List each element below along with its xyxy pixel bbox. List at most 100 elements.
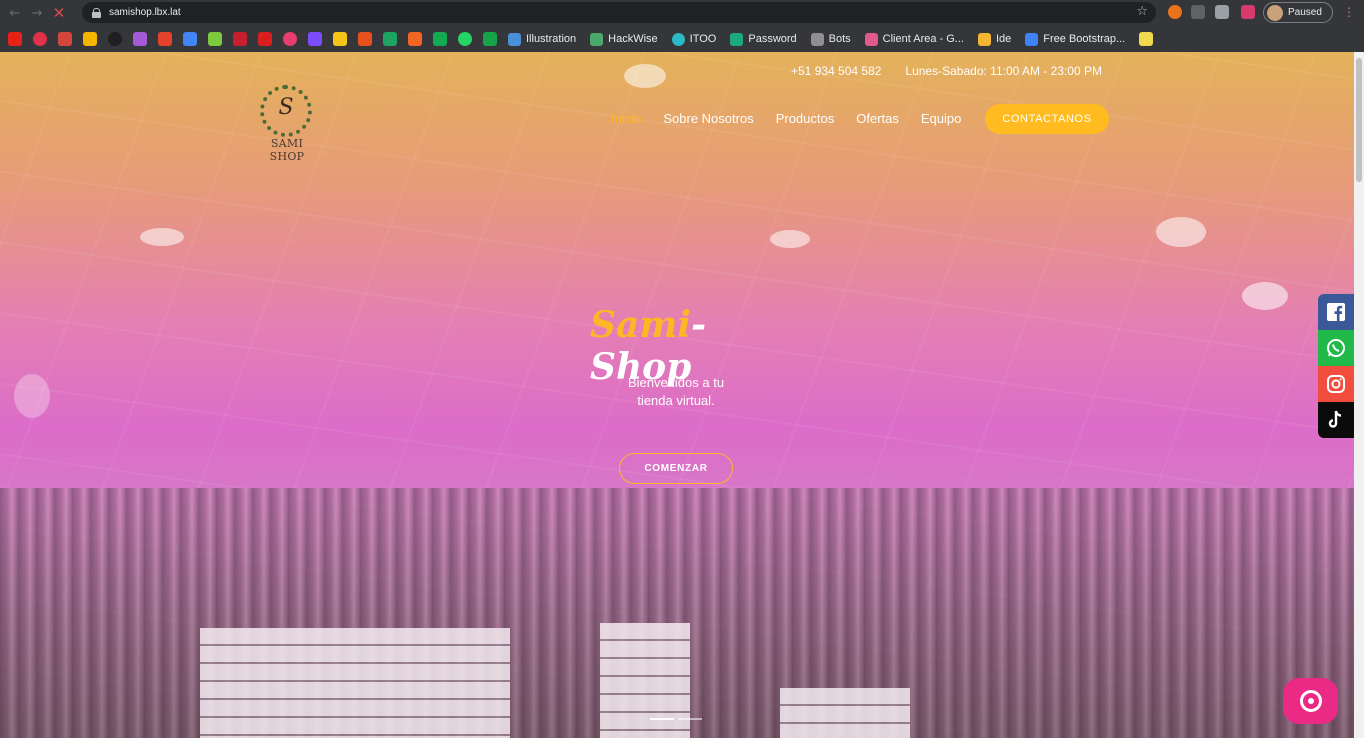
ceiling-lamp [14, 374, 50, 418]
bookmark-icon[interactable] [133, 32, 147, 46]
bookmark-item[interactable]: Password [730, 32, 797, 46]
address-bar[interactable]: samishop.lbx.lat ☆ [82, 2, 1156, 23]
extensions-puzzle-icon[interactable] [1241, 5, 1255, 19]
stop-icon[interactable]: ✕ [48, 2, 70, 24]
profile-label: Paused [1288, 7, 1322, 18]
facebook-icon[interactable] [1318, 294, 1354, 330]
bookmark-icon [730, 32, 744, 46]
url-text: samishop.lbx.lat [109, 7, 181, 18]
bookmark-label: HackWise [608, 33, 658, 45]
bookmark-icon [671, 32, 685, 46]
start-button[interactable]: COMENZAR [619, 453, 733, 484]
bookmark-icon[interactable] [208, 32, 222, 46]
bookmark-label: ITOO [689, 33, 717, 45]
bookmark-icon[interactable] [183, 32, 197, 46]
instagram-icon[interactable] [1318, 366, 1354, 402]
folder-icon [810, 32, 824, 46]
nav-link-ofertas[interactable]: Ofertas [856, 111, 899, 126]
chat-button[interactable] [1283, 678, 1338, 724]
scrollbar-thumb[interactable] [1356, 58, 1362, 182]
browser-chrome: ← → ✕ samishop.lbx.lat ☆ Paused ⋮ Illust… [0, 0, 1364, 52]
bookmark-icon[interactable] [408, 32, 422, 46]
site-logo[interactable]: S SAMI SHOP [252, 85, 322, 163]
bookmark-item[interactable]: Illustration [508, 32, 577, 46]
bookmark-icon[interactable] [308, 32, 322, 46]
bookmark-item[interactable]: ITOO [671, 32, 717, 46]
bookmark-icon[interactable] [333, 32, 347, 46]
back-icon[interactable]: ← [4, 2, 26, 24]
bookmark-icon[interactable] [258, 32, 272, 46]
bookmark-label: Free Bootstrap... [1043, 33, 1126, 45]
social-sidebar [1318, 294, 1354, 438]
bookmark-item[interactable]: Ide [977, 32, 1012, 46]
carousel-indicators [650, 718, 702, 720]
bookmark-icon[interactable] [358, 32, 372, 46]
bookmark-label: Bots [828, 33, 851, 45]
bookmark-star-icon[interactable]: ☆ [1136, 4, 1148, 19]
ceiling-lamp [1242, 282, 1288, 310]
nav-link-inicio[interactable]: Inicio [611, 111, 641, 126]
ceiling-lamp [140, 228, 184, 246]
avatar [1267, 4, 1283, 21]
nav-link-productos[interactable]: Productos [776, 111, 835, 126]
bookmark-label: Illustration [526, 33, 577, 45]
carousel-dot[interactable] [650, 718, 674, 720]
lock-icon [92, 7, 101, 18]
gitlab-icon[interactable] [158, 32, 172, 46]
bookmark-label: Ide [995, 33, 1012, 45]
bookmark-icon[interactable] [233, 32, 247, 46]
whatsapp-icon[interactable] [458, 32, 472, 46]
page: +51 934 504 582 Lunes-Sabado: 11:00 AM -… [0, 52, 1354, 738]
gmail-icon[interactable] [58, 32, 72, 46]
hero-subtitle: Bienvenidos a tu tienda virtual. [627, 375, 725, 408]
browser-toolbar: ← → ✕ samishop.lbx.lat ☆ Paused ⋮ [0, 0, 1364, 26]
bookmark-label: Client Area - G... [882, 33, 964, 45]
bookmark-icon[interactable] [283, 32, 297, 46]
whatsapp-icon[interactable] [1318, 330, 1354, 366]
phone-number: +51 934 504 582 [791, 64, 882, 78]
forward-icon[interactable]: → [26, 2, 48, 24]
chat-icon [1299, 690, 1322, 712]
bookmark-label: Password [748, 33, 797, 45]
logo-name: SAMI SHOP [269, 137, 305, 163]
main-nav: Inicio Sobre Nosotros Productos Ofertas … [611, 111, 961, 126]
top-info-bar: +51 934 504 582 Lunes-Sabado: 11:00 AM -… [791, 64, 1102, 78]
carousel-dot[interactable] [678, 718, 702, 720]
bookmark-icon[interactable] [33, 32, 47, 46]
contact-button[interactable]: CONTACTANOS [985, 104, 1109, 134]
bookmark-item[interactable]: HackWise [590, 32, 658, 46]
bookmark-icon [977, 32, 991, 46]
bookmark-item[interactable]: Free Bootstrap... [1025, 32, 1126, 46]
nav-link-equipo[interactable]: Equipo [921, 111, 961, 126]
bookmark-icon [864, 32, 878, 46]
bookmark-icon[interactable] [383, 32, 397, 46]
bookmark-item[interactable]: Bots [810, 32, 851, 46]
shoe-boxes [200, 628, 510, 738]
shoe-boxes [600, 623, 690, 738]
nav-link-sobre-nosotros[interactable]: Sobre Nosotros [663, 111, 753, 126]
shoe-boxes [780, 688, 910, 738]
tiktok-icon[interactable] [1318, 402, 1354, 438]
logo-initial: S [278, 95, 294, 120]
extension-icon[interactable] [1168, 5, 1182, 19]
youtube-icon[interactable] [8, 32, 22, 46]
bookmark-icon[interactable] [433, 32, 447, 46]
bookmark-icon [1025, 32, 1039, 46]
bookmarks-bar: Illustration HackWise ITOO Password Bots… [0, 26, 1364, 52]
bookmark-icon [590, 32, 604, 46]
bookmark-icon[interactable] [483, 32, 497, 46]
ceiling-lamp [624, 64, 666, 88]
drive-icon[interactable] [83, 32, 97, 46]
profile-button[interactable]: Paused [1263, 2, 1333, 23]
bookmark-item[interactable]: Client Area - G... [864, 32, 964, 46]
bookmark-icon [508, 32, 521, 46]
ceiling-lamp [770, 230, 810, 248]
business-hours: Lunes-Sabado: 11:00 AM - 23:00 PM [905, 64, 1102, 78]
extension-icon[interactable] [1191, 5, 1205, 19]
js-icon[interactable] [1139, 32, 1154, 46]
extension-icon[interactable] [1215, 5, 1229, 19]
page-scrollbar[interactable] [1354, 52, 1364, 738]
github-icon[interactable] [108, 32, 122, 46]
hero-title-part1: Sami [590, 304, 692, 346]
browser-menu-icon[interactable]: ⋮ [1343, 5, 1355, 19]
